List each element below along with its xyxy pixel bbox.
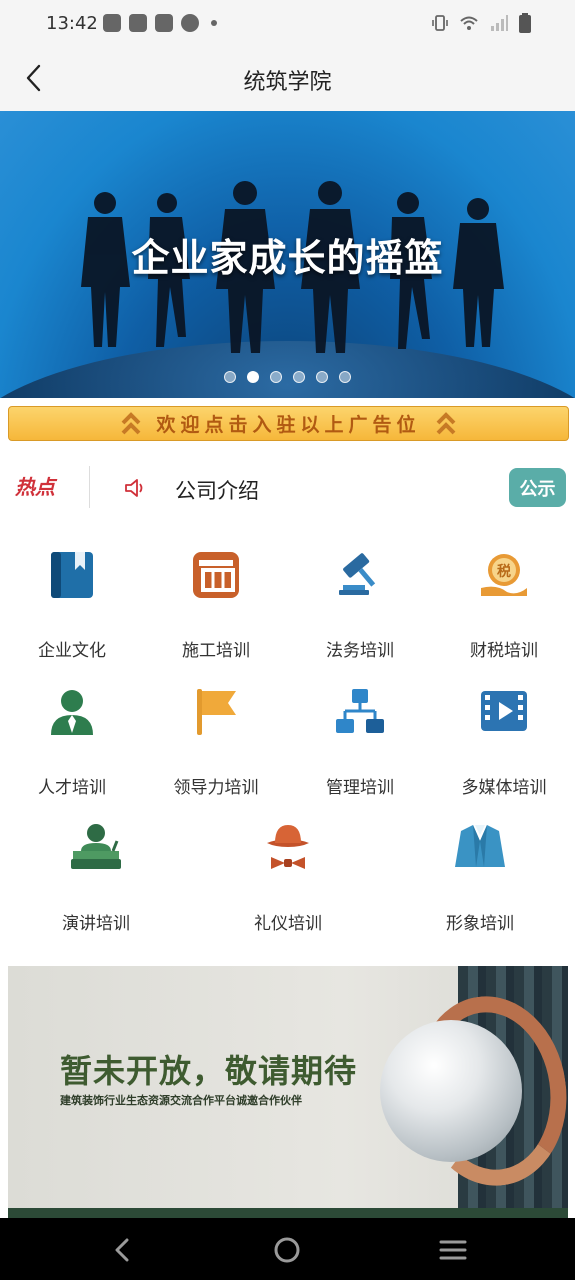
divider (89, 466, 90, 508)
hat-bowtie-icon (267, 825, 309, 869)
circle-home-icon (274, 1237, 300, 1263)
app-header: 统筑学院 (0, 48, 575, 111)
book-icon (51, 552, 93, 598)
carousel-dot[interactable] (339, 371, 351, 383)
carousel-dot[interactable] (247, 371, 259, 383)
page-title: 统筑学院 (243, 70, 332, 95)
person-icon (51, 690, 93, 735)
suit-icon (455, 825, 505, 867)
mail-notification-icon (155, 14, 173, 32)
category-item[interactable]: 企业文化 (7, 548, 137, 668)
nav-menu-button[interactable] (437, 1234, 469, 1266)
speaker-icon (125, 479, 143, 497)
triangle-back-icon (115, 1238, 129, 1262)
menu-icon (439, 1240, 467, 1260)
promo-subtitle: 建筑装饰行业生态资源交流合作平台诚邀合作伙伴 (60, 1094, 302, 1107)
speedometer-notification-icon (181, 14, 199, 32)
category-item[interactable]: 领导力培训 (151, 685, 281, 805)
flag-icon (197, 689, 236, 735)
category-item[interactable]: 税财税培训 (439, 548, 569, 668)
system-navigation-bar (0, 1218, 575, 1280)
double-chevron-up-icon (122, 411, 141, 434)
signal-icon (491, 15, 508, 31)
category-item[interactable]: 多媒体培训 (439, 685, 569, 805)
hot-news-ticker: 热点 公司介绍 (0, 462, 575, 516)
construction-icon (193, 552, 239, 598)
category-label: 领导力培训 (173, 778, 259, 798)
promo-banner[interactable]: 暂未开放，敬请期待 建筑装饰行业生态资源交流合作平台诚邀合作伙伴 (8, 966, 568, 1218)
category-label: 形象培训 (446, 914, 514, 934)
ad-placement-text: 欢迎点击入驻以上广告位 (156, 414, 421, 436)
nav-home-button[interactable] (271, 1234, 303, 1266)
system-icons (431, 13, 531, 33)
ad-placement-banner[interactable]: 欢迎点击入驻以上广告位 (8, 406, 569, 441)
nav-back-button[interactable] (106, 1234, 138, 1266)
hot-logo: 热点 (15, 475, 55, 499)
mail-notification-icon (129, 14, 147, 32)
category-label: 礼仪培训 (254, 914, 322, 934)
wifi-icon (460, 16, 478, 30)
more-notifications-dot-icon (211, 20, 217, 26)
category-label: 企业文化 (38, 641, 106, 661)
battery-icon (519, 13, 531, 33)
hot-headline[interactable]: 公司介绍 (175, 475, 259, 505)
category-label: 演讲培训 (62, 914, 130, 934)
category-item[interactable]: 人才培训 (7, 685, 137, 805)
carousel-dot[interactable] (224, 371, 236, 383)
status-time: 13:42 (46, 13, 98, 34)
gavel-icon (339, 553, 376, 595)
vibrate-icon (432, 15, 448, 31)
tax-icon: 税 (481, 554, 527, 596)
category-label: 财税培训 (470, 641, 538, 661)
category-item[interactable]: 形象培训 (415, 821, 545, 941)
video-icon (481, 691, 527, 731)
category-label: 管理培训 (326, 778, 394, 798)
floor-graphic (8, 1208, 568, 1218)
category-item[interactable]: 施工培训 (151, 548, 281, 668)
category-item[interactable]: 管理培训 (295, 685, 425, 805)
carousel-dot[interactable] (293, 371, 305, 383)
glass-sphere-graphic (380, 1020, 522, 1162)
carousel-dot[interactable] (270, 371, 282, 383)
notice-button[interactable]: 公示 (509, 468, 566, 507)
org-chart-icon (336, 689, 384, 733)
podium-icon (71, 824, 121, 869)
category-label: 法务培训 (326, 641, 394, 661)
status-bar: 13:42 (0, 0, 575, 48)
banner-carousel[interactable]: 企业家成长的摇篮 (0, 111, 575, 398)
banner-slogan: 企业家成长的摇篮 (131, 236, 444, 280)
category-label: 多媒体培训 (461, 778, 547, 798)
category-label: 施工培训 (182, 641, 250, 661)
category-item[interactable]: 法务培训 (295, 548, 425, 668)
double-chevron-up-icon (436, 411, 455, 434)
category-item[interactable]: 礼仪培训 (223, 821, 353, 941)
promo-title: 暂未开放，敬请期待 (60, 1052, 358, 1090)
carousel-indicators (0, 371, 575, 383)
mail-notification-icon (103, 14, 121, 32)
category-item[interactable]: 演讲培训 (31, 821, 161, 941)
category-label: 人才培训 (38, 778, 106, 798)
svg-text:税: 税 (497, 563, 511, 580)
carousel-dot[interactable] (316, 371, 328, 383)
notification-icons (103, 14, 217, 32)
